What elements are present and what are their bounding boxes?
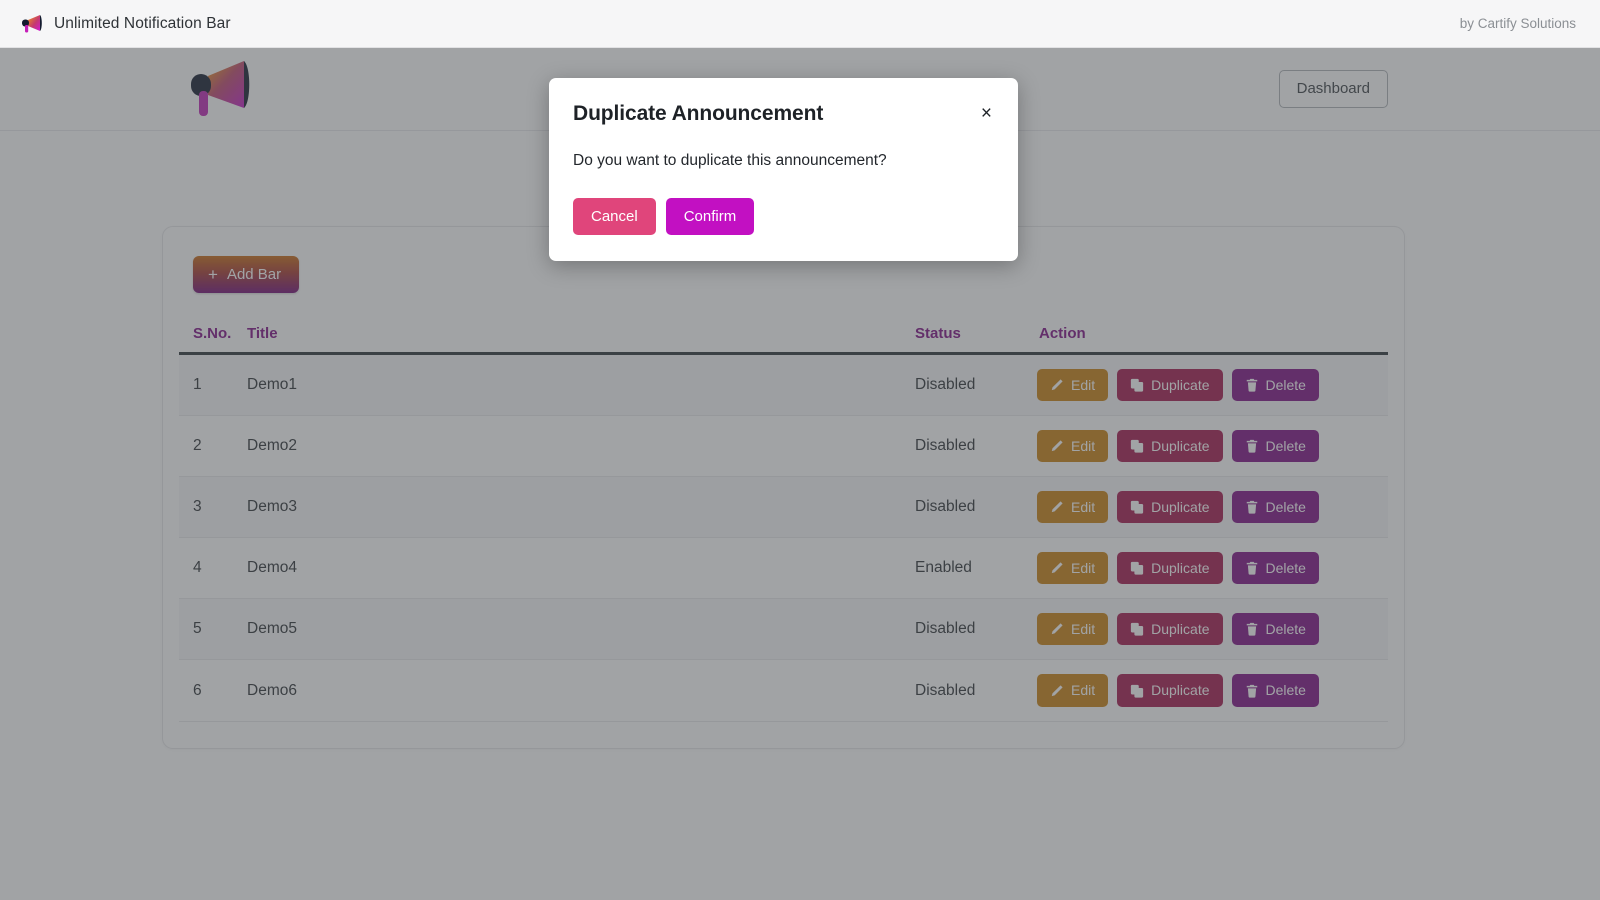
topbar-credit: by Cartify Solutions	[1459, 16, 1576, 31]
dialog-header: Duplicate Announcement ×	[573, 102, 994, 126]
topbar-title: Unlimited Notification Bar	[54, 14, 231, 32]
dialog-title: Duplicate Announcement	[573, 102, 824, 125]
cancel-button[interactable]: Cancel	[573, 198, 656, 236]
admin-topbar: Unlimited Notification Bar by Cartify So…	[0, 0, 1600, 48]
duplicate-announcement-dialog: Duplicate Announcement × Do you want to …	[549, 78, 1018, 262]
close-icon[interactable]: ×	[971, 102, 994, 125]
megaphone-icon	[20, 14, 44, 34]
topbar-left: Unlimited Notification Bar	[20, 14, 231, 34]
dialog-actions: Cancel Confirm	[573, 198, 994, 236]
dialog-message: Do you want to duplicate this announceme…	[573, 152, 887, 169]
confirm-button[interactable]: Confirm	[665, 198, 755, 236]
